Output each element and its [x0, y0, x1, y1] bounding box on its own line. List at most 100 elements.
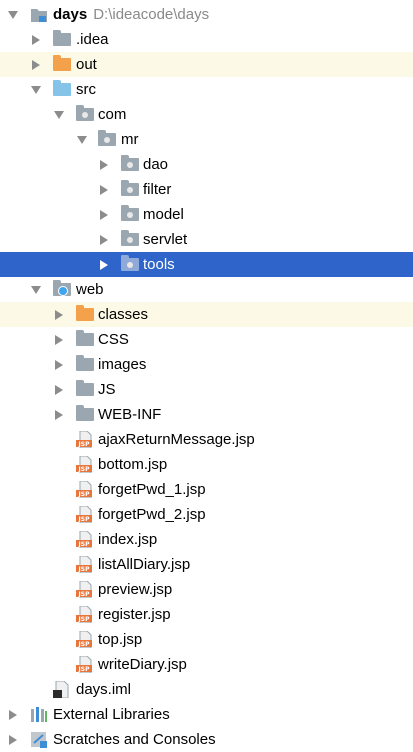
jsp-file-icon: JSP	[76, 456, 92, 473]
expand-arrow-icon[interactable]	[97, 177, 111, 202]
jsp-file-icon: JSP	[76, 656, 92, 673]
package-icon	[76, 105, 94, 121]
expand-arrow-icon[interactable]	[52, 302, 66, 327]
tree-row-tools[interactable]: tools	[0, 252, 413, 277]
collapse-arrow-icon[interactable]	[6, 2, 20, 27]
tree-row-file[interactable]: JSP top.jsp	[0, 627, 413, 652]
collapse-arrow-icon[interactable]	[75, 127, 89, 152]
collapse-arrow-icon[interactable]	[29, 77, 43, 102]
tree-item-label: index.jsp	[98, 531, 158, 548]
tree-item-label: src	[76, 81, 96, 98]
tree-item-label: top.jsp	[98, 631, 143, 648]
tree-item-label: preview.jsp	[98, 581, 173, 598]
module-file-icon	[53, 681, 69, 698]
folder-icon	[76, 330, 94, 346]
tree-row-filter[interactable]: filter	[0, 177, 413, 202]
tree-row-file[interactable]: JSP register.jsp	[0, 602, 413, 627]
tree-row-file[interactable]: JSP preview.jsp	[0, 577, 413, 602]
tree-row-file[interactable]: JSP index.jsp	[0, 527, 413, 552]
tree-row-classes[interactable]: classes	[0, 302, 413, 327]
expand-arrow-icon[interactable]	[29, 27, 43, 52]
tree-item-label: ajaxReturnMessage.jsp	[98, 431, 255, 448]
tree-row-idea[interactable]: .idea	[0, 27, 413, 52]
tree-row-file[interactable]: JSP forgetPwd_1.jsp	[0, 477, 413, 502]
jsp-badge: JSP	[78, 466, 91, 473]
tree-row-js[interactable]: JS	[0, 377, 413, 402]
tree-item-label: CSS	[98, 331, 129, 348]
package-icon	[121, 205, 139, 221]
package-icon	[121, 255, 139, 271]
tree-item-label: .idea	[76, 31, 109, 48]
jsp-badge: JSP	[78, 491, 91, 498]
package-icon	[121, 155, 139, 171]
project-tree[interactable]: days D:\ideacode\days .idea out src com m…	[0, 0, 413, 750]
folder-icon	[76, 355, 94, 371]
tree-row-web[interactable]: web	[0, 277, 413, 302]
expand-arrow-icon[interactable]	[97, 252, 111, 277]
tree-row-scratches[interactable]: Scratches and Consoles	[0, 727, 413, 752]
tree-item-label: classes	[98, 306, 149, 323]
tree-row-iml[interactable]: days.iml	[0, 677, 413, 702]
tree-item-label: writeDiary.jsp	[98, 656, 187, 673]
module-folder-icon	[31, 9, 47, 22]
excluded-folder-icon	[76, 305, 94, 321]
jsp-file-icon: JSP	[76, 531, 92, 548]
expand-arrow-icon[interactable]	[97, 152, 111, 177]
jsp-badge: JSP	[78, 616, 91, 623]
collapse-arrow-icon[interactable]	[52, 102, 66, 127]
package-icon	[98, 130, 116, 146]
web-folder-icon	[53, 280, 71, 296]
tree-row-images[interactable]: images	[0, 352, 413, 377]
jsp-badge: JSP	[78, 591, 91, 598]
expand-arrow-icon[interactable]	[97, 227, 111, 252]
tree-row-file[interactable]: JSP bottom.jsp	[0, 452, 413, 477]
tree-item-label: forgetPwd_1.jsp	[98, 481, 206, 498]
tree-row-servlet[interactable]: servlet	[0, 227, 413, 252]
tree-item-label: Scratches and Consoles	[53, 731, 216, 748]
jsp-file-icon: JSP	[76, 481, 92, 498]
tree-row-external-libraries[interactable]: External Libraries	[0, 702, 413, 727]
expand-arrow-icon[interactable]	[6, 702, 20, 727]
expand-arrow-icon[interactable]	[6, 727, 20, 752]
expand-arrow-icon[interactable]	[97, 202, 111, 227]
tree-row-css[interactable]: CSS	[0, 327, 413, 352]
expand-arrow-icon[interactable]	[52, 352, 66, 377]
tree-row-com[interactable]: com	[0, 102, 413, 127]
jsp-file-icon: JSP	[76, 631, 92, 648]
tree-item-label: WEB-INF	[98, 406, 162, 423]
tree-item-label: web	[76, 281, 104, 298]
expand-arrow-icon[interactable]	[29, 52, 43, 77]
tree-row-model[interactable]: model	[0, 202, 413, 227]
tree-row-src[interactable]: src	[0, 77, 413, 102]
jsp-file-icon: JSP	[76, 606, 92, 623]
tree-row-mr[interactable]: mr	[0, 127, 413, 152]
tree-row-webinf[interactable]: WEB-INF	[0, 402, 413, 427]
expand-arrow-icon[interactable]	[52, 377, 66, 402]
tree-item-label: filter	[143, 181, 172, 198]
tree-row-file[interactable]: JSP ajaxReturnMessage.jsp	[0, 427, 413, 452]
jsp-badge: JSP	[78, 441, 91, 448]
excluded-folder-icon	[53, 55, 71, 71]
package-icon	[121, 180, 139, 196]
jsp-badge: JSP	[78, 541, 91, 548]
jsp-badge: JSP	[78, 516, 91, 523]
expand-arrow-icon[interactable]	[52, 327, 66, 352]
tree-row-out[interactable]: out	[0, 52, 413, 77]
folder-icon	[53, 30, 71, 46]
folder-icon	[76, 405, 94, 421]
tree-row-file[interactable]: JSP writeDiary.jsp	[0, 652, 413, 677]
tree-item-label: tools	[143, 256, 175, 273]
tree-row-dao[interactable]: dao	[0, 152, 413, 177]
jsp-badge: JSP	[78, 566, 91, 573]
source-folder-icon	[53, 80, 71, 96]
tree-row-file[interactable]: JSP listAllDiary.jsp	[0, 552, 413, 577]
tree-row-file[interactable]: JSP forgetPwd_2.jsp	[0, 502, 413, 527]
expand-arrow-icon[interactable]	[52, 402, 66, 427]
tree-item-label: servlet	[143, 231, 188, 248]
tree-item-label: forgetPwd_2.jsp	[98, 506, 206, 523]
collapse-arrow-icon[interactable]	[29, 277, 43, 302]
tree-item-label: register.jsp	[98, 606, 171, 623]
tree-row-root[interactable]: days D:\ideacode\days	[0, 2, 413, 27]
libraries-icon	[31, 707, 47, 722]
scratches-icon	[31, 732, 47, 748]
